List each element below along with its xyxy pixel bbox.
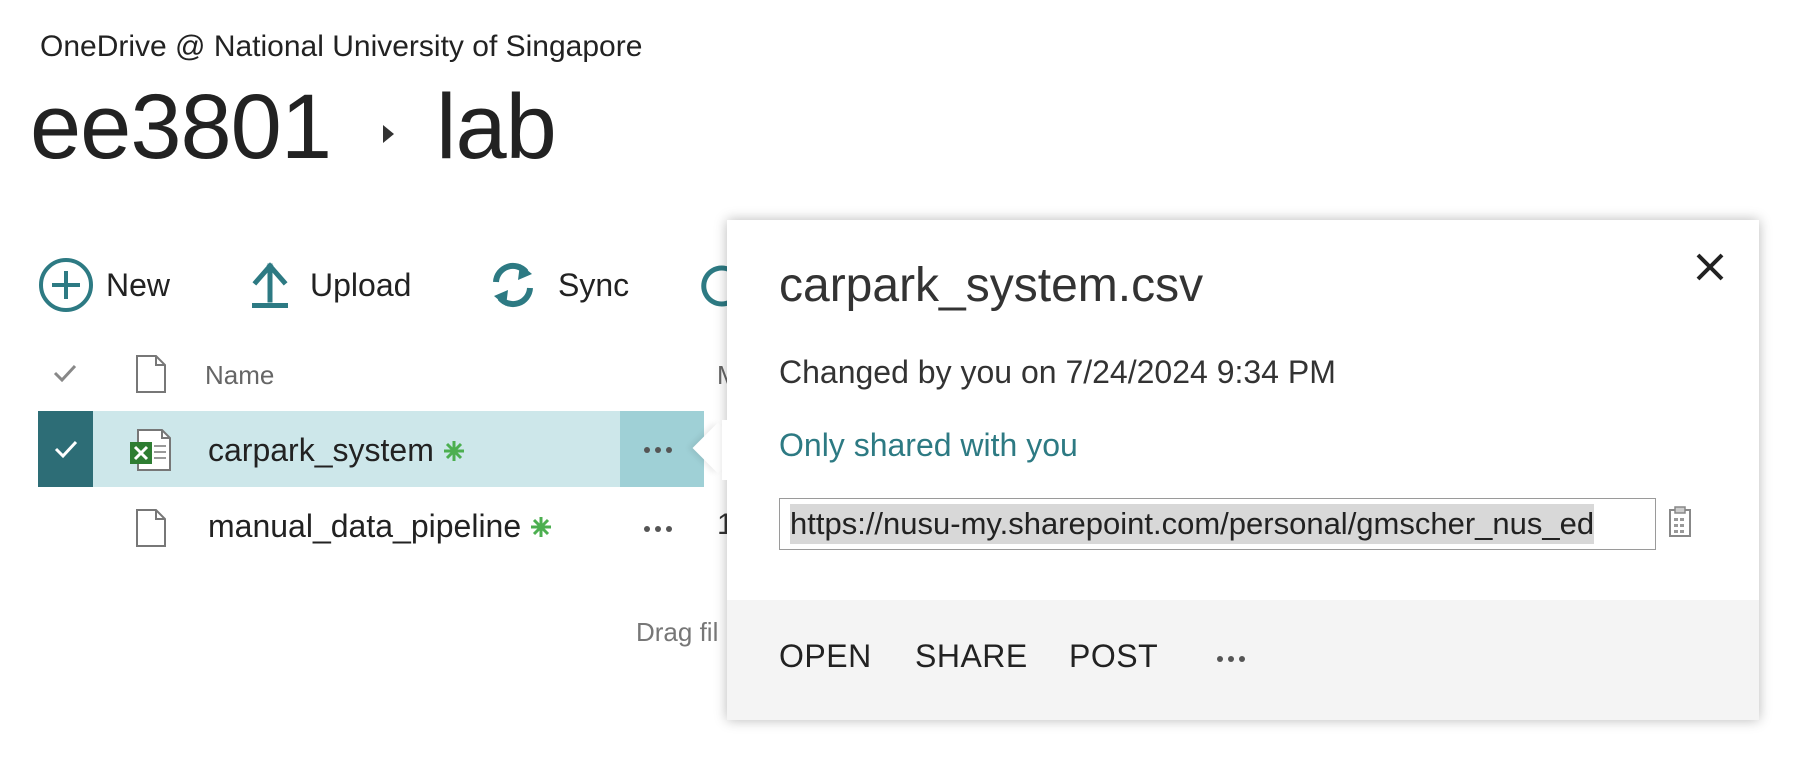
drag-files-hint: Drag fil <box>636 617 719 647</box>
more-actions-button[interactable] <box>644 526 672 532</box>
new-badge-icon <box>442 439 466 463</box>
sync-button[interactable]: Sync <box>490 255 629 315</box>
more-actions-button[interactable] <box>644 447 672 453</box>
post-action[interactable]: POST <box>1069 638 1158 675</box>
share-action[interactable]: SHARE <box>915 638 1028 675</box>
ellipsis-dot-icon <box>666 526 672 532</box>
modified-info: Changed by you on 7/24/2024 9:34 PM <box>779 354 1336 390</box>
ellipsis-dot-icon <box>1228 656 1234 662</box>
close-icon <box>1696 253 1724 281</box>
file-name-link[interactable]: carpark_system <box>208 432 434 469</box>
callout-more-button[interactable] <box>1217 656 1245 662</box>
ellipsis-dot-icon <box>655 526 661 532</box>
copy-clipboard-icon <box>1669 506 1691 537</box>
breadcrumb-root[interactable]: ee3801 <box>30 81 332 173</box>
new-label: New <box>106 266 171 303</box>
sync-icon <box>490 260 536 310</box>
ellipsis-dot-icon <box>666 447 672 453</box>
column-header-name[interactable]: Name <box>205 360 274 391</box>
file-url-text: https://nusu-my.sharepoint.com/personal/… <box>790 504 1595 544</box>
close-button[interactable] <box>1692 249 1728 285</box>
generic-file-icon <box>135 508 167 553</box>
check-icon <box>54 440 77 459</box>
upload-arrow-icon <box>250 260 290 310</box>
sync-label: Sync <box>558 266 630 303</box>
select-all-check-icon[interactable] <box>52 360 78 391</box>
excel-file-icon <box>128 428 172 477</box>
file-name-cell: manual_data_pipeline <box>208 508 553 545</box>
upload-label: Upload <box>310 266 412 303</box>
file-type-header-icon <box>135 354 167 399</box>
breadcrumb-separator-icon <box>383 125 394 143</box>
new-button[interactable]: New <box>38 255 170 315</box>
copy-link-button[interactable] <box>1667 506 1693 543</box>
open-action[interactable]: OPEN <box>779 638 872 675</box>
breadcrumb: ee3801 lab <box>30 72 557 182</box>
ellipsis-dot-icon <box>1239 656 1245 662</box>
site-title: OneDrive @ National University of Singap… <box>40 30 643 63</box>
file-url-field[interactable]: https://nusu-my.sharepoint.com/personal/… <box>779 498 1656 550</box>
file-name-cell: carpark_system <box>208 432 466 469</box>
sharing-status-link[interactable]: Only shared with you <box>779 427 1078 464</box>
ellipsis-dot-icon <box>644 447 650 453</box>
ellipsis-dot-icon <box>655 447 661 453</box>
row-check-button[interactable] <box>38 411 93 487</box>
new-badge-icon <box>529 515 553 539</box>
breadcrumb-current: lab <box>436 76 557 178</box>
plus-circle-icon <box>38 257 94 313</box>
upload-button[interactable]: Upload <box>250 255 411 315</box>
ellipsis-dot-icon <box>644 526 650 532</box>
callout-title: carpark_system.csv <box>779 259 1204 312</box>
ellipsis-dot-icon <box>1217 656 1223 662</box>
file-name-link[interactable]: manual_data_pipeline <box>208 508 521 545</box>
callout-beak-cover <box>722 420 752 480</box>
